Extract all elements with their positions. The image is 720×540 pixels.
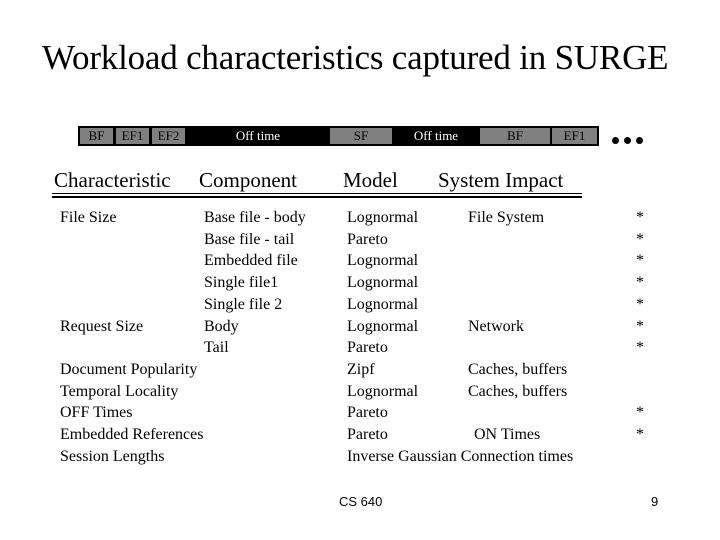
- cell-system-impact: Network: [468, 317, 524, 335]
- asterisk-marker: *: [636, 252, 644, 270]
- timeline-segment: SF: [330, 128, 392, 144]
- cell-model: Pareto: [347, 230, 388, 248]
- cell-characteristic: Temporal Locality: [60, 382, 179, 400]
- slide-title: Workload characteristics captured in SUR…: [42, 38, 669, 77]
- cell-system-impact: Caches, buffers: [468, 360, 568, 378]
- cell-model: Lognormal: [347, 274, 419, 292]
- cell-characteristic: Document Popularity: [60, 360, 198, 378]
- timeline-segment: Off time: [413, 128, 459, 143]
- cell-system-impact: ON Times: [474, 426, 541, 443]
- cell-characteristic: Session Lengths: [60, 447, 165, 465]
- asterisk-marker: *: [636, 426, 644, 443]
- timeline-segment: BF: [480, 128, 550, 144]
- header-underline: [52, 196, 582, 198]
- ellipsis-dots-icon: [612, 133, 648, 149]
- timeline-segment: Off time: [235, 128, 281, 143]
- cell-component: Embedded file: [204, 252, 298, 270]
- cell-component: Single file1: [204, 274, 279, 292]
- header-characteristic: Characteristic: [54, 168, 171, 192]
- asterisk-marker: *: [636, 274, 644, 292]
- header-underline: [52, 193, 582, 194]
- asterisk-marker: *: [636, 209, 644, 226]
- cell-model: Lognormal: [347, 317, 419, 335]
- timeline-segment: EF1: [552, 128, 597, 144]
- cell-model: Lognormal: [347, 382, 419, 400]
- cell-characteristic: Request Size: [60, 317, 144, 335]
- timeline-segment: EF2: [152, 128, 185, 144]
- cell-model: Zipf: [347, 360, 375, 378]
- cell-system-impact: File System: [468, 209, 545, 226]
- cell-component: Base file - body: [204, 209, 306, 226]
- cell-component: Base file - tail: [204, 230, 295, 248]
- asterisk-marker: *: [636, 339, 644, 357]
- cell-component: Body: [204, 317, 239, 335]
- asterisk-marker: *: [636, 295, 644, 313]
- asterisk-marker: *: [636, 230, 644, 248]
- cell-characteristic: File Size: [60, 209, 117, 226]
- cell-component: Single file 2: [204, 295, 283, 313]
- cell-characteristic: Embedded References: [60, 426, 204, 443]
- cell-model: Lognormal: [347, 252, 419, 270]
- cell-system-impact: Caches, buffers: [468, 382, 568, 400]
- timeline-segment: BF: [80, 128, 113, 144]
- cell-component: Tail: [204, 339, 229, 357]
- session-timeline: BF EF1 EF2 Off time SF Off time BF EF1: [78, 126, 599, 146]
- cell-model: Inverse Gaussian Connection times: [347, 447, 574, 465]
- header-component: Component: [199, 168, 297, 192]
- cell-model: Pareto: [347, 404, 388, 422]
- cell-model: Pareto: [347, 339, 388, 357]
- footer-course: CS 640: [339, 494, 383, 509]
- cell-characteristic: OFF Times: [60, 404, 133, 422]
- asterisk-marker: *: [636, 317, 644, 335]
- cell-model: Pareto: [347, 426, 388, 443]
- cell-model: Lognormal: [347, 209, 419, 226]
- timeline-segment: EF1: [116, 128, 149, 144]
- asterisk-marker: *: [636, 404, 644, 422]
- page-number: 9: [651, 494, 659, 509]
- cell-model: Lognormal: [347, 295, 419, 313]
- header-model: Model: [343, 168, 398, 192]
- header-system-impact: System Impact: [438, 168, 564, 192]
